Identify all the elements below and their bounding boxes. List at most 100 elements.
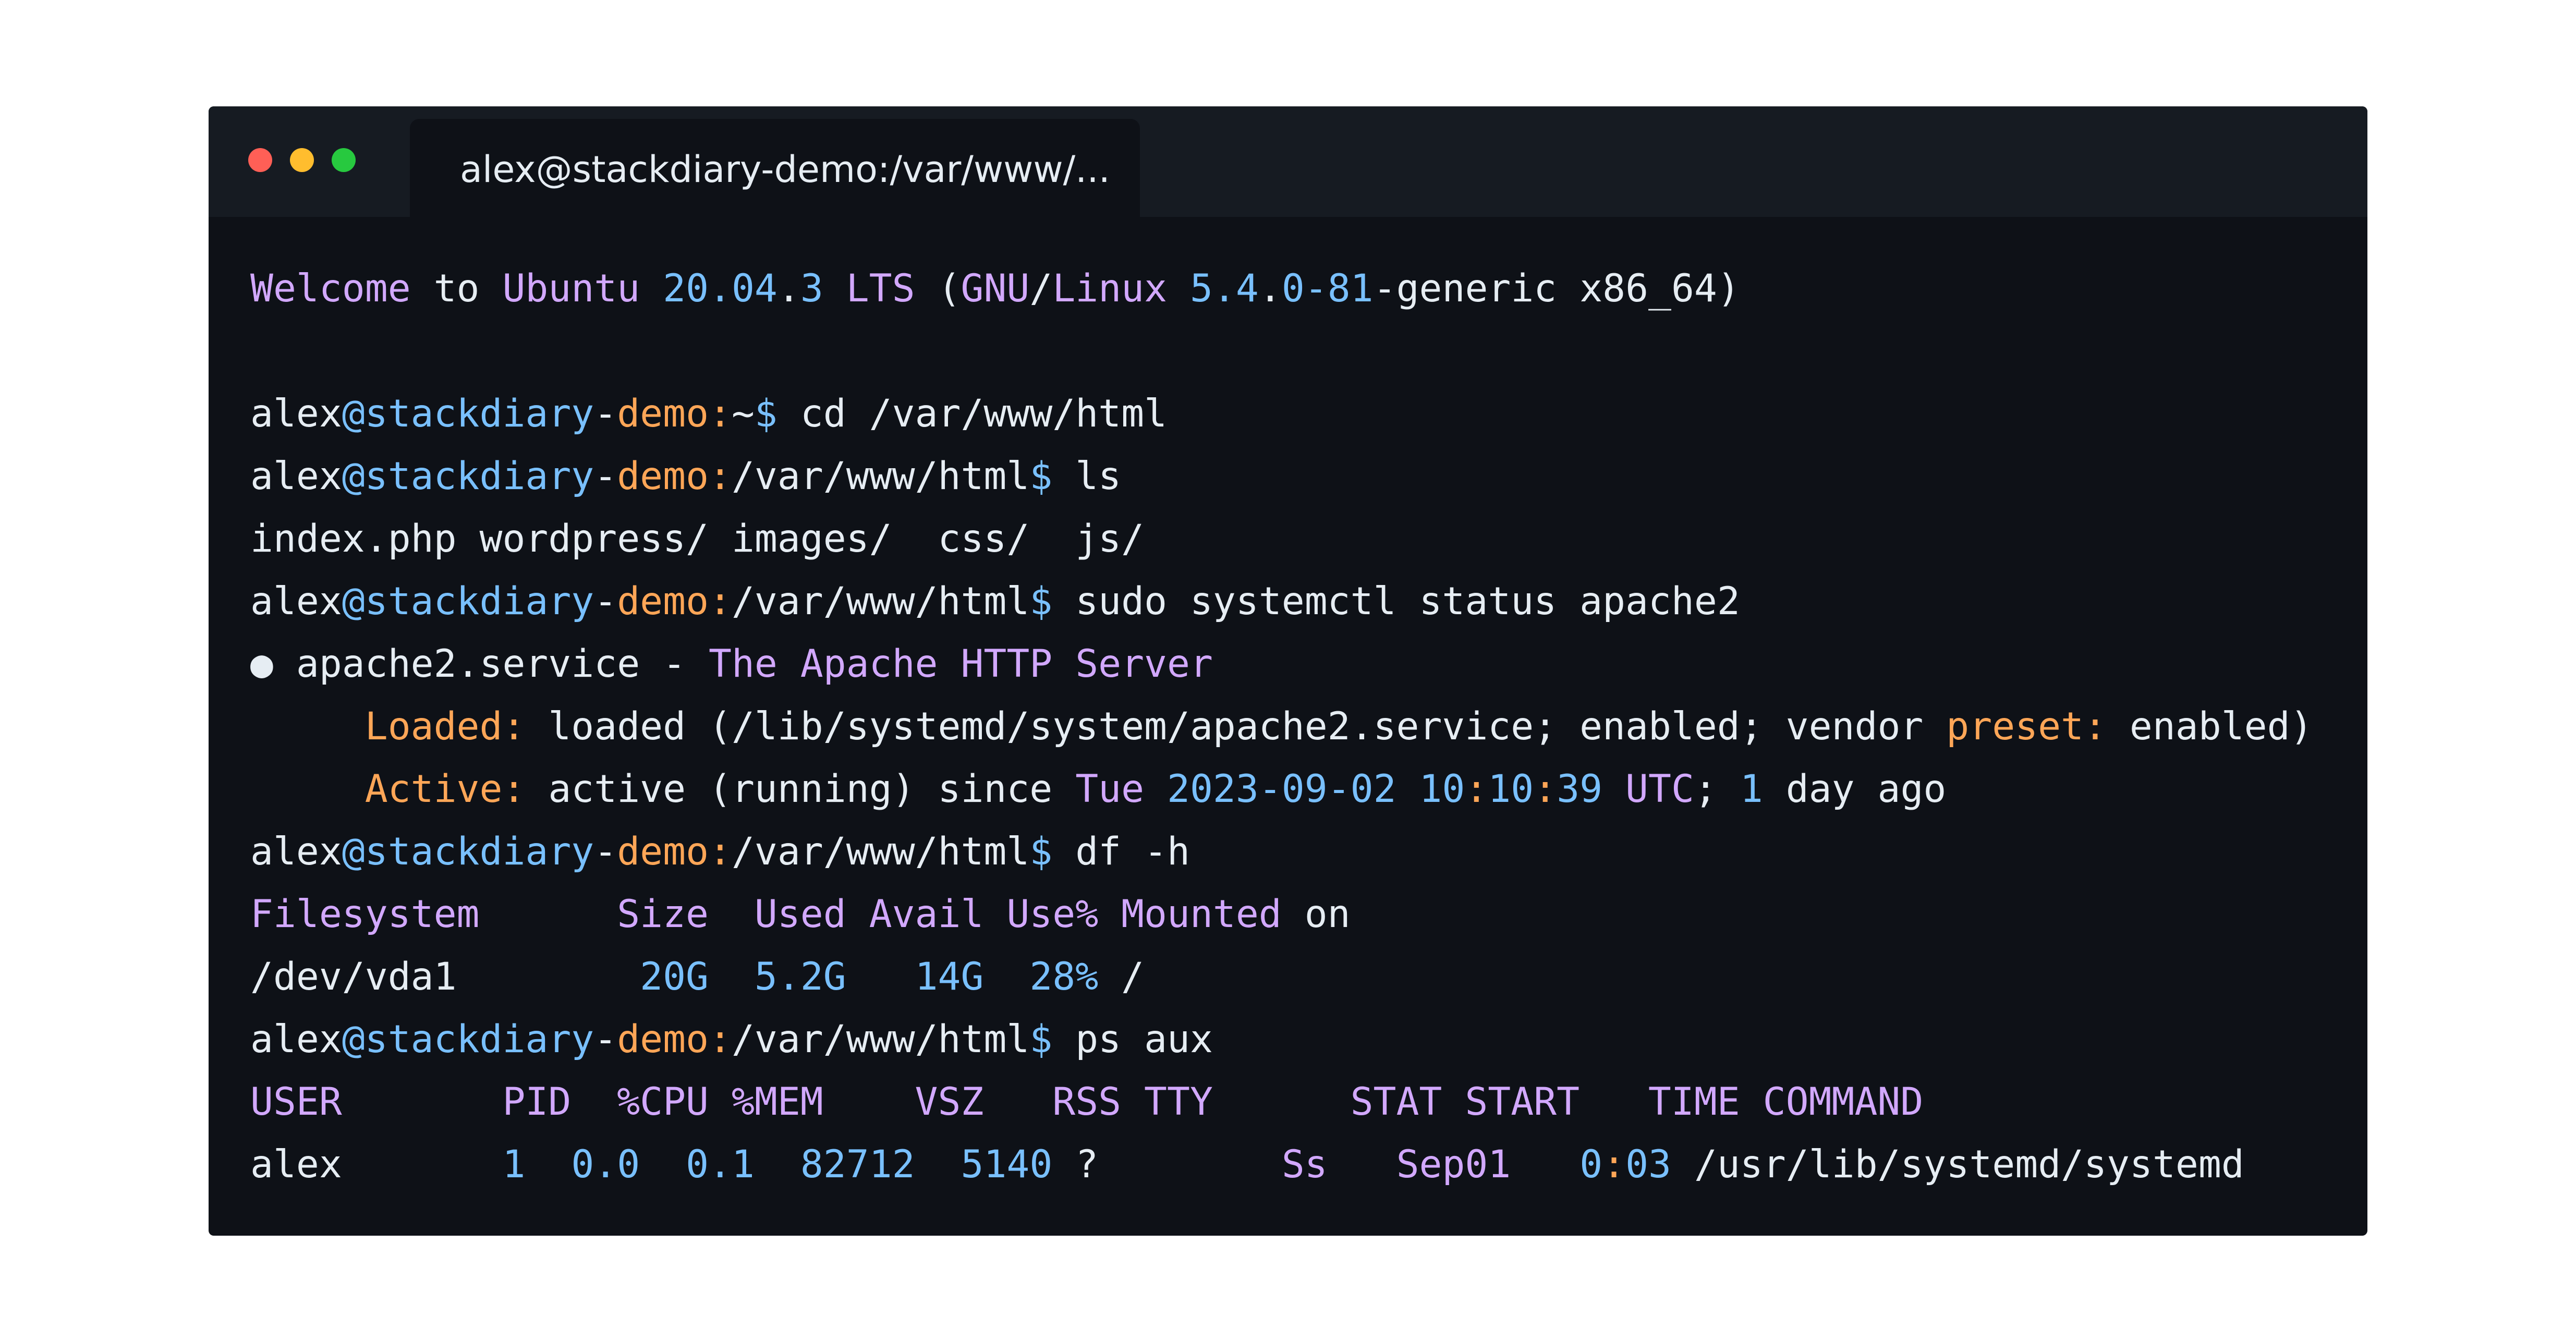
terminal-text-segment: - xyxy=(594,454,617,498)
terminal-text-segment: to xyxy=(410,266,503,311)
terminal-output[interactable]: Welcome to Ubuntu 20.04.3 LTS (GNU/Linux… xyxy=(250,258,2347,1196)
terminal-text-segment: UTC xyxy=(1625,767,1694,811)
terminal-text-segment: 5.4 xyxy=(1190,266,1259,311)
terminal-text-segment: alex xyxy=(250,579,342,624)
terminal-text-segment: Tue xyxy=(1075,767,1145,811)
terminal-text-segment: -generic x86_64) xyxy=(1373,266,1740,311)
terminal-text-segment: - xyxy=(594,392,617,436)
terminal-line: Active: active (running) since Tue 2023-… xyxy=(250,758,2347,821)
terminal-text-segment: - xyxy=(594,579,617,624)
terminal-line: USER PID %CPU %MEM VSZ RSS TTY STAT STAR… xyxy=(250,1071,2347,1133)
terminal-text-segment: Loaded: xyxy=(364,704,526,749)
terminal-line: alex@stackdiary-demo:/var/www/html$ ps a… xyxy=(250,1008,2347,1071)
terminal-text-segment: demo: xyxy=(617,392,732,436)
terminal-text-segment: @stackdiary xyxy=(342,454,594,498)
terminal-text-segment: $ xyxy=(1029,830,1053,874)
terminal-line: /dev/vda1 20G 5.2G 14G 28% / xyxy=(250,946,2347,1008)
terminal-text-segment: on xyxy=(1281,892,1351,936)
terminal-text-segment: 5140 xyxy=(961,1142,1053,1187)
terminal-text-segment: / xyxy=(1029,266,1053,311)
terminal-text-segment: demo: xyxy=(617,1017,732,1062)
terminal-text-segment: $ xyxy=(1029,1017,1053,1062)
terminal-text-segment: alex xyxy=(250,454,342,498)
terminal-line: Filesystem Size Used Avail Use% Mounted … xyxy=(250,883,2347,946)
terminal-text-segment: 39 xyxy=(1557,767,1603,811)
terminal-text-segment: /usr/lib/systemd/systemd xyxy=(1671,1142,2244,1187)
terminal-text-segment: demo: xyxy=(617,579,732,624)
terminal-text-segment: Welcome xyxy=(250,266,411,311)
terminal-text-segment: alex xyxy=(250,392,342,436)
terminal-text-segment: cd /var/www/html xyxy=(777,392,1168,436)
terminal-line: alex 1 0.0 0.1 82712 5140 ? Ss Sep01 0:0… xyxy=(250,1133,2347,1196)
terminal-text-segment: 0-81 xyxy=(1281,266,1374,311)
terminal-text-segment: 1 xyxy=(502,1142,526,1187)
terminal-text-segment: 2023-09-02 xyxy=(1167,767,1396,811)
terminal-line: Loaded: loaded (/lib/systemd/system/apac… xyxy=(250,696,2347,758)
terminal-text-segment: sudo systemctl status apache2 xyxy=(1052,579,1740,624)
terminal-text-segment: Ss xyxy=(1281,1142,1328,1187)
title-bar: alex@stackdiary-demo:/var/www/... xyxy=(209,106,2367,217)
terminal-text-segment: ps aux xyxy=(1052,1017,1213,1062)
terminal-text-segment: /var/www/html xyxy=(731,454,1030,498)
terminal-text-segment: df -h xyxy=(1052,830,1190,874)
terminal-text-segment: ? xyxy=(1052,1142,1282,1187)
maximize-dot-icon[interactable] xyxy=(332,148,356,172)
terminal-text-segment: ls xyxy=(1052,454,1122,498)
terminal-text-segment: Linux xyxy=(1052,266,1168,311)
terminal-text-segment: Active: xyxy=(364,767,526,811)
terminal-text-segment: day ago xyxy=(1763,767,1947,811)
terminal-text-segment: The Apache HTTP Server xyxy=(709,642,1213,686)
terminal-text-segment: 0 xyxy=(1579,1142,1603,1187)
minimize-dot-icon[interactable] xyxy=(290,148,314,172)
terminal-text-segment: $ xyxy=(1029,454,1053,498)
terminal-line: index.php wordpress/ images/ css/ js/ xyxy=(250,508,2347,570)
terminal-line: alex@stackdiary-demo:~$ cd /var/www/html xyxy=(250,383,2347,445)
terminal-text-segment: ( xyxy=(915,266,961,311)
terminal-text-segment: - xyxy=(594,1017,617,1062)
terminal-line: ● apache2.service - The Apache HTTP Serv… xyxy=(250,633,2347,696)
tab-title: alex@stackdiary-demo:/var/www/... xyxy=(460,148,1110,191)
terminal-text-segment: @stackdiary xyxy=(342,392,594,436)
terminal-text-segment: @stackdiary xyxy=(342,830,594,874)
terminal-text-segment: 5.2G xyxy=(754,955,846,999)
terminal-text-segment: : xyxy=(1465,767,1488,811)
terminal-window: alex@stackdiary-demo:/var/www/... Welcom… xyxy=(209,106,2367,1236)
terminal-text-segment: /var/www/html xyxy=(731,579,1030,624)
terminal-text-segment: /var/www/html xyxy=(731,830,1030,874)
terminal-text-segment: 0.0 xyxy=(571,1142,640,1187)
terminal-text-segment: $ xyxy=(1029,579,1053,624)
terminal-text-segment: - xyxy=(594,830,617,874)
terminal-text-segment: active (running) since xyxy=(525,767,1076,811)
terminal-text-segment: 20G xyxy=(640,955,709,999)
terminal-line: alex@stackdiary-demo:/var/www/html$ df -… xyxy=(250,821,2347,883)
close-dot-icon[interactable] xyxy=(248,148,272,172)
terminal-text-segment: Filesystem Size Used Avail Use% Mounted xyxy=(250,892,1282,936)
terminal-text-segment: enabled) xyxy=(2106,704,2313,749)
terminal-text-segment: : xyxy=(1534,767,1557,811)
terminal-text-segment: $ xyxy=(754,392,777,436)
terminal-text-segment: 14G xyxy=(915,955,984,999)
terminal-text-segment: ~ xyxy=(731,392,755,436)
terminal-text-segment: 0.1 xyxy=(686,1142,755,1187)
terminal-text-segment: . xyxy=(1258,266,1282,311)
terminal-text-segment: . xyxy=(777,266,800,311)
terminal-text-segment: alex xyxy=(250,830,342,874)
terminal-text-segment: demo: xyxy=(617,830,732,874)
terminal-tab[interactable]: alex@stackdiary-demo:/var/www/... xyxy=(410,119,1140,217)
terminal-text-segment: Ubuntu xyxy=(502,266,640,311)
terminal-text-segment: 10 xyxy=(1488,767,1534,811)
terminal-text-segment: ; xyxy=(1694,767,1740,811)
terminal-line: alex@stackdiary-demo:/var/www/html$ ls xyxy=(250,445,2347,508)
